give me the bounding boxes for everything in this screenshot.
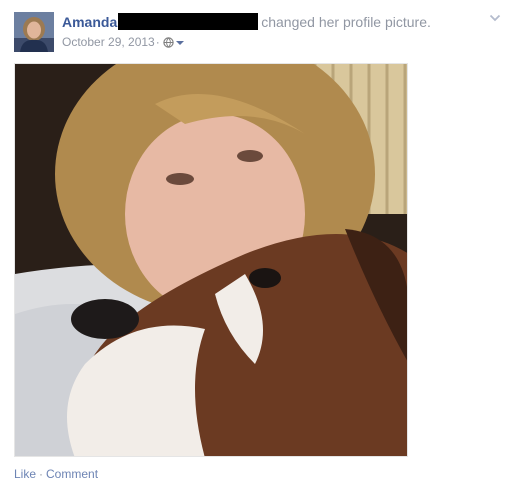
post-timestamp-link[interactable]: October 29, 2013 xyxy=(62,35,155,49)
author-avatar[interactable] xyxy=(14,12,54,52)
comment-link[interactable]: Comment xyxy=(46,467,98,481)
story-action-text: changed her profile picture. xyxy=(261,14,431,30)
story-meta: October 29, 2013· xyxy=(62,35,185,49)
story-header: Amanda changed her profile picture. xyxy=(62,13,431,30)
globe-icon xyxy=(163,37,174,48)
chevron-down-icon[interactable] xyxy=(489,13,501,23)
story-actions: Like · Comment xyxy=(14,467,98,481)
like-link[interactable]: Like xyxy=(14,467,36,481)
audience-selector[interactable] xyxy=(163,37,185,48)
caret-down-icon xyxy=(175,40,184,45)
meta-separator: · xyxy=(155,35,160,49)
author-name-link[interactable]: Amanda xyxy=(62,14,117,30)
profile-picture-photo[interactable] xyxy=(14,63,408,457)
redacted-surname xyxy=(118,13,259,30)
feed-story: Amanda changed her profile picture. Octob… xyxy=(0,0,509,490)
action-separator: · xyxy=(39,467,44,481)
